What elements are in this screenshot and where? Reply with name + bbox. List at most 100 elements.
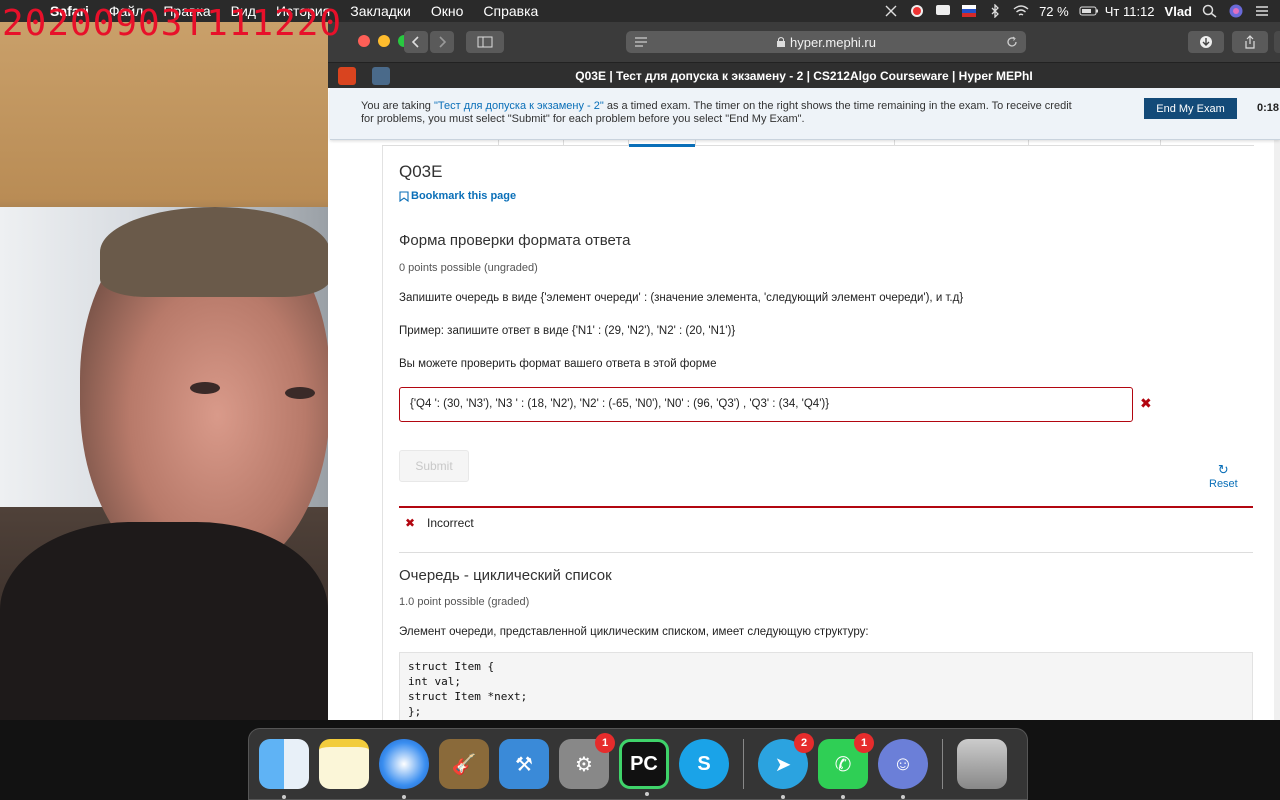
minimize-window-icon[interactable] [378,35,390,47]
battery-percent: 72 % [1039,3,1069,19]
refresh-icon: ↻ [1217,462,1229,477]
dock-safari-icon[interactable] [379,739,429,799]
dock-separator [743,739,744,789]
pinned-tab-icon[interactable] [372,67,390,85]
webcam-feed [0,22,328,730]
back-button[interactable] [404,31,428,53]
reader-icon[interactable] [634,36,648,48]
bluetooth-icon[interactable] [987,3,1003,19]
reset-label: Reset [1209,478,1238,490]
record-icon[interactable] [909,4,925,18]
chevron-left-icon [411,36,419,48]
timestamp-overlay: 20200903T111220 [2,3,343,44]
unit-title: Q03E [399,162,443,181]
input-source-ru-icon[interactable] [961,4,977,18]
menu-help[interactable]: Справка [473,3,548,19]
share-icon [1245,35,1255,49]
wifi-icon[interactable] [1013,4,1029,18]
address-bar[interactable]: hyper.mephi.ru [626,31,1026,53]
end-exam-button[interactable]: End My Exam [1144,98,1237,119]
notification-badge: 1 [854,733,874,753]
notification-center-icon[interactable] [1254,4,1270,18]
dock-pycharm-icon[interactable]: PC [619,739,669,796]
status-tray: 72 % Чт 11:12 Vlad [883,3,1280,19]
dock-system-preferences-icon[interactable]: ⚙ 1 [559,733,615,789]
dock-garageband-icon[interactable]: 🎸 [439,739,489,789]
sidebar-toggle-button[interactable] [466,31,504,53]
siri-icon[interactable] [1228,4,1244,18]
dock-finder-icon[interactable] [259,739,309,799]
sidebar-icon [477,36,493,48]
running-indicator [841,795,845,799]
webcam-person-shirt [0,522,328,730]
submit-button[interactable]: Submit [399,450,469,482]
courseware-panel: Q03E Bookmark this page Форма проверки ф… [382,146,1268,720]
running-indicator [402,795,406,799]
dock-skype-icon[interactable]: S [679,739,729,789]
menu-window[interactable]: Окно [421,3,474,19]
dock-separator [942,739,943,789]
favicon-icon[interactable] [338,67,356,85]
running-indicator [781,795,785,799]
notification-badge: 2 [794,733,814,753]
dock-telegram-icon[interactable]: ➤ 2 [758,733,814,799]
reset-button[interactable]: ↻ Reset [1209,462,1238,490]
scissors-icon[interactable] [883,4,899,18]
exam-name-link[interactable]: "Тест для допуска к экзамену - 2" [434,100,604,112]
status-incorrect: Incorrect [427,516,474,530]
clock[interactable]: Чт 11:12 [1105,4,1155,19]
problem-example: Пример: запишите ответ в виде {'N1' : (2… [399,325,736,337]
problem-instructions: Запишите очередь в виде {'элемент очеред… [399,292,964,304]
message-icon[interactable] [935,4,951,18]
spotlight-search-icon[interactable] [1202,4,1218,18]
chevron-right-icon [439,36,447,48]
dock-trash-icon[interactable] [957,739,1007,789]
safari-window: hyper.mephi.ru Q03E | Тест для допуска к… [328,22,1280,720]
url-text: hyper.mephi.ru [790,34,876,50]
answer-input[interactable]: {'Q4 ': (30, 'N3'), 'N3 ' : (18, 'N2'), … [399,387,1133,422]
problem-hint: Вы можете проверить формат вашего ответа… [399,358,717,370]
page-content: You are taking "Тест для допуска к экзам… [328,88,1280,720]
dock-facetime-icon[interactable]: ✆ 1 [818,733,874,799]
browser-toolbar: hyper.mephi.ru [328,22,1280,62]
exam-banner-message: You are taking "Тест для допуска к экзам… [361,100,1081,126]
webcam-person-hair [100,207,328,297]
battery-icon[interactable] [1079,4,1098,18]
running-indicator [645,792,649,796]
downloads-button[interactable] [1188,31,1224,53]
reload-icon[interactable] [1006,36,1018,48]
page-scrollbar[interactable] [1274,88,1280,720]
forward-button[interactable] [430,31,454,53]
problem-2-title: Очередь - циклический список [399,567,612,584]
dock-xcode-icon[interactable]: ⚒ [499,739,549,789]
problem-points: 0 points possible (ungraded) [399,262,538,274]
incorrect-divider [399,506,1253,508]
problem-2-points: 1.0 point possible (graded) [399,596,530,608]
dock-notes-icon[interactable] [319,739,369,789]
close-window-icon[interactable] [358,35,370,47]
incorrect-status-icon: ✖ [405,516,416,530]
download-icon [1200,36,1212,48]
notification-badge: 1 [595,733,615,753]
menu-bookmarks[interactable]: Закладки [340,3,421,19]
share-button[interactable] [1232,31,1268,53]
incorrect-x-icon: ✖ [1140,395,1152,411]
problem-title: Форма проверки формата ответа [399,232,631,249]
user-name[interactable]: Vlad [1165,4,1192,19]
timed-exam-banner: You are taking "Тест для допуска к экзам… [330,88,1280,140]
tab-title[interactable]: Q03E | Тест для допуска к экзамену - 2 |… [328,69,1280,83]
webcam-person-eye [285,387,315,399]
code-block: struct Item { int val; struct Item *next… [399,652,1253,720]
bookmark-icon [399,190,409,202]
problem-2-text: Элемент очереди, представленной цикличес… [399,626,869,638]
new-tab-button[interactable] [1274,31,1280,53]
bookmark-button[interactable]: Bookmark this page [399,190,516,202]
running-indicator [901,795,905,799]
window-controls [358,35,410,47]
bookmark-label: Bookmark this page [411,190,517,202]
dock-discord-icon[interactable]: ☺ [878,739,928,799]
dock: 🎸 ⚒ ⚙ 1 PC S ➤ 2 ✆ 1 ☺ [248,728,1028,800]
webcam-person-eye [190,382,220,394]
exam-timer: 0:18: [1257,102,1280,114]
running-indicator [282,795,286,799]
